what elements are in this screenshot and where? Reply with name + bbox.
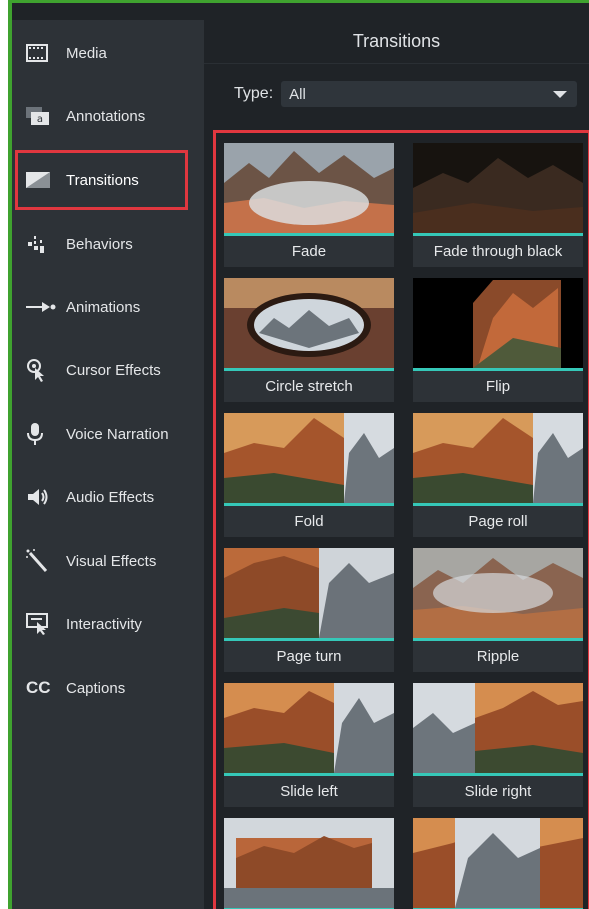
film-icon — [26, 44, 66, 62]
card-label: Circle stretch — [265, 378, 353, 395]
thumbnail — [413, 143, 583, 233]
sidebar-item-label: Behaviors — [66, 235, 133, 253]
sidebar-item-visual-effects[interactable]: Visual Effects — [12, 531, 204, 591]
card-label: Fold — [294, 513, 324, 530]
transition-card-page-turn[interactable]: Page turn — [224, 548, 394, 672]
card-label: Page turn — [276, 648, 342, 665]
transitions-panel: Transitions Type: All Fade Fade through … — [204, 20, 589, 909]
thumbnail — [224, 413, 394, 503]
type-dropdown[interactable]: All — [281, 81, 578, 107]
sidebar: Media a Annotations Transitions Behavior… — [12, 20, 204, 909]
thumbnail — [224, 143, 394, 233]
thumbnail — [413, 683, 583, 773]
sidebar-item-media[interactable]: Media — [12, 23, 204, 83]
sidebar-item-label: Audio Effects — [66, 488, 155, 506]
transition-card-circle-stretch[interactable]: Circle stretch — [224, 278, 394, 402]
sidebar-item-label: Annotations — [66, 107, 146, 125]
sidebar-item-behaviors[interactable]: Behaviors — [12, 214, 204, 274]
microphone-icon — [26, 422, 66, 446]
magic-wand-icon — [26, 549, 66, 573]
thumbnail — [224, 278, 394, 368]
sidebar-item-label: Animations — [66, 298, 141, 316]
animation-arrow-icon — [26, 300, 66, 314]
behaviors-icon — [26, 234, 66, 254]
thumbnail — [413, 278, 583, 368]
thumbnail — [413, 413, 583, 503]
transition-card-slide-right[interactable]: Slide right — [413, 683, 583, 807]
speaker-icon — [26, 487, 66, 507]
sidebar-item-cursor-effects[interactable]: Cursor Effects — [12, 340, 204, 400]
interactivity-icon — [26, 613, 66, 635]
thumbnail — [413, 548, 583, 638]
transition-icon — [26, 172, 66, 188]
transition-card-page-roll[interactable]: Page roll — [413, 413, 583, 537]
sidebar-item-label: Captions — [66, 679, 126, 697]
cc-icon: CC — [26, 678, 51, 697]
panel-title: Transitions — [204, 20, 589, 64]
sidebar-item-transitions[interactable]: Transitions — [12, 150, 204, 210]
thumbnail — [413, 818, 583, 908]
card-label: Page roll — [468, 513, 528, 530]
thumbnail — [224, 548, 394, 638]
card-label: Ripple — [476, 648, 520, 665]
transition-card[interactable] — [224, 818, 394, 909]
sidebar-item-label: Cursor Effects — [66, 361, 161, 379]
transition-card-flip[interactable]: Flip — [413, 278, 583, 402]
type-filter-row: Type: All — [204, 80, 589, 108]
sidebar-item-interactivity[interactable]: Interactivity — [12, 594, 204, 654]
transition-card-fold[interactable]: Fold — [224, 413, 394, 537]
transition-card-fade-through-black[interactable]: Fade through black — [413, 143, 583, 267]
thumbnail — [224, 818, 394, 908]
card-label: Fade through black — [433, 243, 563, 260]
svg-text:a: a — [37, 114, 43, 125]
transitions-grid: Fade Fade through black Circle stretch F… — [213, 130, 589, 909]
sidebar-item-captions[interactable]: CC Captions — [12, 658, 204, 718]
sidebar-item-annotations[interactable]: a Annotations — [12, 86, 204, 146]
sidebar-item-voice-narration[interactable]: Voice Narration — [12, 404, 204, 464]
sidebar-item-animations[interactable]: Animations — [12, 277, 204, 337]
sidebar-item-label: Visual Effects — [66, 552, 157, 570]
transition-card-fade[interactable]: Fade — [224, 143, 394, 267]
card-label: Slide right — [464, 783, 532, 800]
transition-card[interactable] — [413, 818, 583, 909]
sidebar-item-label: Interactivity — [66, 615, 142, 633]
type-dropdown-value: All — [289, 85, 306, 103]
sidebar-item-label: Transitions — [66, 171, 139, 189]
sidebar-item-audio-effects[interactable]: Audio Effects — [12, 467, 204, 527]
sidebar-item-label: Media — [66, 44, 107, 62]
annotation-icon: a — [26, 106, 66, 126]
thumbnail — [224, 683, 394, 773]
sidebar-item-label: Voice Narration — [66, 425, 169, 443]
transition-card-slide-left[interactable]: Slide left — [224, 683, 394, 807]
transition-card-ripple[interactable]: Ripple — [413, 548, 583, 672]
card-label: Flip — [485, 378, 511, 395]
app-window: Media a Annotations Transitions Behavior… — [8, 0, 589, 909]
cursor-icon — [26, 358, 66, 382]
type-label: Type: — [234, 85, 274, 102]
card-label: Slide left — [280, 783, 338, 800]
top-bar — [12, 3, 589, 20]
card-label: Fade — [291, 243, 327, 260]
chevron-down-icon — [553, 90, 568, 98]
